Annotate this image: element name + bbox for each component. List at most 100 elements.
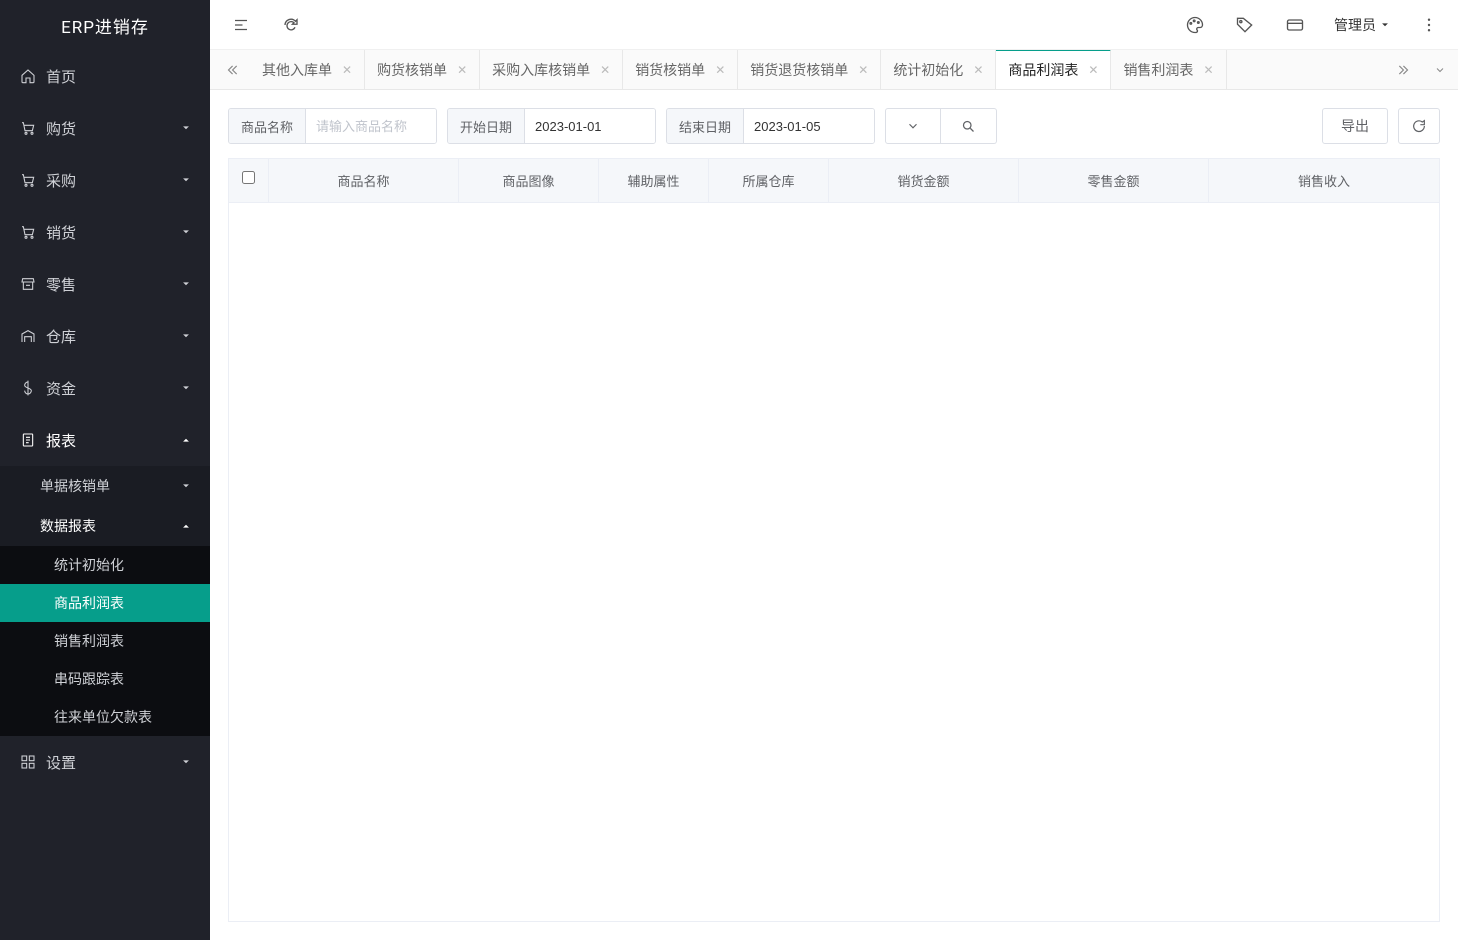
close-icon[interactable]: ✕ xyxy=(457,63,467,77)
close-icon[interactable]: ✕ xyxy=(715,63,725,77)
sidebar-item-procure[interactable]: 采购 xyxy=(0,154,210,206)
chevron-down-icon xyxy=(180,382,192,394)
close-icon[interactable]: ✕ xyxy=(1088,63,1098,77)
close-icon[interactable]: ✕ xyxy=(600,63,610,77)
menu-label: 串码跟踪表 xyxy=(54,669,192,689)
theme-icon[interactable] xyxy=(1184,14,1206,36)
menu-label: 资金 xyxy=(46,378,180,399)
sidebar-item-sales[interactable]: 销货 xyxy=(0,206,210,258)
tab-stat-init[interactable]: 统计初始化 ✕ xyxy=(881,50,996,89)
money-icon xyxy=(18,378,38,398)
tab-label: 销货核销单 xyxy=(635,60,705,80)
app-logo: ERP进销存 xyxy=(0,0,210,50)
dropdown-button[interactable] xyxy=(885,108,941,144)
menu-label: 销售利润表 xyxy=(54,631,192,651)
sidebar-item-settings[interactable]: 设置 xyxy=(0,736,210,788)
tab-label: 统计初始化 xyxy=(893,60,963,80)
close-icon[interactable]: ✕ xyxy=(342,63,352,77)
user-label: 管理员 xyxy=(1334,15,1376,35)
refresh-button[interactable] xyxy=(280,14,302,36)
sidebar-item-data-report[interactable]: 数据报表 xyxy=(0,506,210,546)
grid-icon xyxy=(18,752,38,772)
shop-icon xyxy=(18,274,38,294)
user-dropdown[interactable]: 管理员 xyxy=(1334,15,1390,35)
sidebar-item-purchase[interactable]: 购货 xyxy=(0,102,210,154)
sidebar-item-goods-profit[interactable]: 商品利润表 xyxy=(0,584,210,622)
card-icon[interactable] xyxy=(1284,14,1306,36)
menu-label: 商品利润表 xyxy=(54,593,192,613)
close-icon[interactable]: ✕ xyxy=(973,63,983,77)
sidebar-item-serial-track[interactable]: 串码跟踪表 xyxy=(0,660,210,698)
table-header: 商品名称 商品图像 辅助属性 所属仓库 销货金额 零售金额 销售收入 xyxy=(229,159,1439,203)
sidebar-item-report[interactable]: 报表 xyxy=(0,414,210,466)
tab-label: 销售利润表 xyxy=(1123,60,1193,80)
chevron-down-icon xyxy=(180,226,192,238)
filter-name-group: 商品名称 xyxy=(228,108,437,144)
warehouse-icon xyxy=(18,326,38,346)
col-checkbox[interactable] xyxy=(229,159,269,202)
filter-name-label: 商品名称 xyxy=(229,109,306,143)
sidebar-item-home[interactable]: 首页 xyxy=(0,50,210,102)
tabs-row: 其他入库单 ✕ 购货核销单 ✕ 采购入库核销单 ✕ 销货核销单 ✕ 销货退货核销单✕ 统… xyxy=(210,50,1458,90)
tabs-scroll-left[interactable] xyxy=(214,50,250,89)
tabs-scroll-right[interactable] xyxy=(1386,63,1422,77)
tab-sales-return-audit[interactable]: 销货退货核销单✕ xyxy=(738,50,881,89)
tab-sales-audit[interactable]: 销货核销单 ✕ xyxy=(623,50,738,89)
tab-label: 其他入库单 xyxy=(262,60,332,80)
tab-label: 采购入库核销单 xyxy=(492,60,590,80)
header-bar: 管理员 xyxy=(210,0,1458,50)
menu-label: 设置 xyxy=(46,752,180,773)
sidebar-item-unit-debt[interactable]: 往来单位欠款表 xyxy=(0,698,210,736)
filter-name-input[interactable] xyxy=(306,109,436,143)
filter-start-group: 开始日期 xyxy=(447,108,656,144)
tab-label: 购货核销单 xyxy=(377,60,447,80)
tab-procure-in-audit[interactable]: 采购入库核销单 ✕ xyxy=(480,50,623,89)
search-button[interactable] xyxy=(941,108,997,144)
cart-icon xyxy=(18,170,38,190)
tab-purchase-audit[interactable]: 购货核销单 ✕ xyxy=(365,50,480,89)
chevron-up-icon xyxy=(180,434,192,446)
more-icon[interactable] xyxy=(1418,14,1440,36)
sidebar-item-sales-profit[interactable]: 销售利润表 xyxy=(0,622,210,660)
tab-sales-profit[interactable]: 销售利润表 ✕ xyxy=(1111,50,1226,89)
menu-label: 首页 xyxy=(46,66,192,87)
close-icon[interactable]: ✕ xyxy=(858,63,868,77)
collapse-sidebar-button[interactable] xyxy=(230,14,252,36)
menu-label: 单据核销单 xyxy=(40,476,180,496)
export-button[interactable]: 导出 xyxy=(1322,108,1388,144)
tab-other-in[interactable]: 其他入库单 ✕ xyxy=(250,50,365,89)
col-attr: 辅助属性 xyxy=(599,159,709,202)
sidebar-item-funds[interactable]: 资金 xyxy=(0,362,210,414)
sidebar-item-retail[interactable]: 零售 xyxy=(0,258,210,310)
tab-goods-profit[interactable]: 商品利润表✕ xyxy=(996,50,1111,89)
home-icon xyxy=(18,66,38,86)
filter-start-input[interactable] xyxy=(525,109,655,143)
sidebar-item-audit[interactable]: 单据核销单 xyxy=(0,466,210,506)
tag-icon[interactable] xyxy=(1234,14,1256,36)
chevron-down-icon xyxy=(180,756,192,768)
content-area: 商品名称 开始日期 结束日期 导出 xyxy=(210,90,1458,940)
data-table: 商品名称 商品图像 辅助属性 所属仓库 销货金额 零售金额 销售收入 xyxy=(228,158,1440,922)
menu-label: 仓库 xyxy=(46,326,180,347)
chevron-down-icon xyxy=(180,330,192,342)
menu-label: 数据报表 xyxy=(40,516,180,536)
chevron-down-icon xyxy=(180,174,192,186)
chevron-down-icon xyxy=(1380,20,1390,30)
sidebar-item-statinit[interactable]: 统计初始化 xyxy=(0,546,210,584)
filter-end-input[interactable] xyxy=(744,109,874,143)
menu-label: 销货 xyxy=(46,222,180,243)
table-body xyxy=(229,203,1439,922)
menu-label: 往来单位欠款表 xyxy=(54,707,192,727)
reload-button[interactable] xyxy=(1398,108,1440,144)
filter-start-label: 开始日期 xyxy=(448,109,525,143)
tabs-container: 其他入库单 ✕ 购货核销单 ✕ 采购入库核销单 ✕ 销货核销单 ✕ 销货退货核销单✕ 统… xyxy=(250,50,1386,89)
col-warehouse: 所属仓库 xyxy=(709,159,829,202)
tabs-dropdown[interactable] xyxy=(1422,64,1458,76)
subsubmenu-data-report: 统计初始化 商品利润表 销售利润表 串码跟踪表 往来单位欠款表 xyxy=(0,546,210,736)
close-icon[interactable]: ✕ xyxy=(1203,63,1213,77)
select-all-checkbox[interactable] xyxy=(242,171,255,184)
main-menu: 首页 购货 采购 销货 零售 xyxy=(0,50,210,940)
menu-label: 购货 xyxy=(46,118,180,139)
sidebar-item-warehouse[interactable]: 仓库 xyxy=(0,310,210,362)
menu-label: 零售 xyxy=(46,274,180,295)
